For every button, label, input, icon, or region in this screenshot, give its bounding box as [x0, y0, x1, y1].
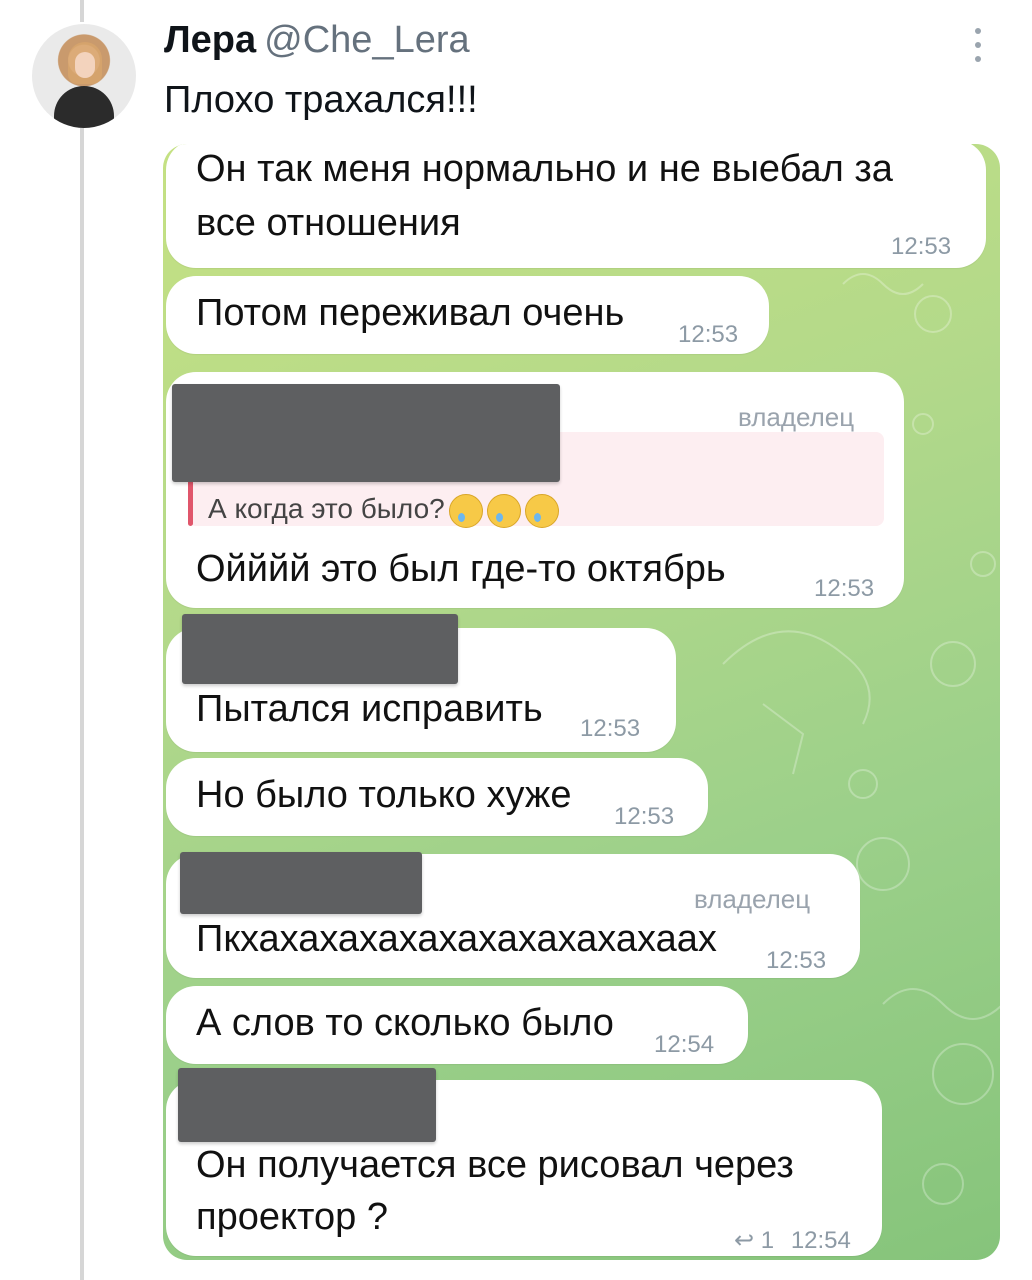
redacted-name [182, 614, 458, 684]
message-text: проектор ? [196, 1196, 388, 1238]
reply-count: 1 [760, 1227, 775, 1254]
chat-screenshot[interactable]: Он так меня нормально и не выебал за все… [163, 144, 1000, 1260]
redacted-name [180, 852, 422, 914]
message-text: Он так меня нормально и не выебал за [196, 148, 893, 190]
message-bubble[interactable]: Но было только хуже 12:53 [166, 758, 708, 836]
message-text: Пкхахахахахахахахахахахаах [196, 918, 717, 960]
message-time: 12:53 [891, 233, 952, 260]
tweet-text: Плохо трахался!!! [164, 79, 478, 121]
message-text: все отношения [196, 202, 461, 244]
message-text: Потом переживал очень [196, 292, 625, 334]
message-time: 12:53 [766, 947, 827, 974]
more-icon[interactable] [972, 28, 984, 62]
message-text: Пытался исправить [196, 688, 543, 730]
message-bubble[interactable]: Он так меня нормально и не выебал за все… [166, 144, 986, 268]
message-text: Но было только хуже [196, 774, 572, 816]
message-time: 12:53 [614, 803, 675, 830]
message-meta: ↩ 1 12:54 [734, 1218, 851, 1260]
crying-face-emoji-icon [524, 493, 559, 528]
message-text: А слов то сколько было [196, 1002, 614, 1044]
tweet-header: Лера @Che_Lera [164, 20, 470, 60]
message-time: 12:53 [814, 575, 875, 602]
message-time: 12:54 [790, 1227, 851, 1254]
quote-text: А когда это было? [208, 486, 559, 532]
message-time: 12:53 [580, 715, 641, 742]
author-name[interactable]: Лера [164, 19, 256, 61]
crying-face-emoji-icon [448, 493, 483, 528]
redacted-name [172, 384, 560, 482]
message-time: 12:54 [654, 1031, 715, 1058]
crying-face-emoji-icon [486, 493, 521, 528]
thread-line [80, 128, 84, 1280]
message-bubble[interactable]: Потом переживал очень 12:53 [166, 276, 769, 354]
redacted-name [178, 1068, 436, 1142]
message-bubble[interactable]: А слов то сколько было 12:54 [166, 986, 748, 1064]
thread-line-top [80, 0, 84, 22]
message-text: Ойййй это был где-то октябрь [196, 548, 726, 590]
reply-arrow-icon: ↩ [734, 1227, 755, 1254]
avatar[interactable] [32, 24, 136, 128]
message-text: Он получается все рисовал через [196, 1144, 794, 1186]
author-handle[interactable]: @Che_Lera [264, 19, 469, 61]
message-time: 12:53 [678, 321, 739, 348]
